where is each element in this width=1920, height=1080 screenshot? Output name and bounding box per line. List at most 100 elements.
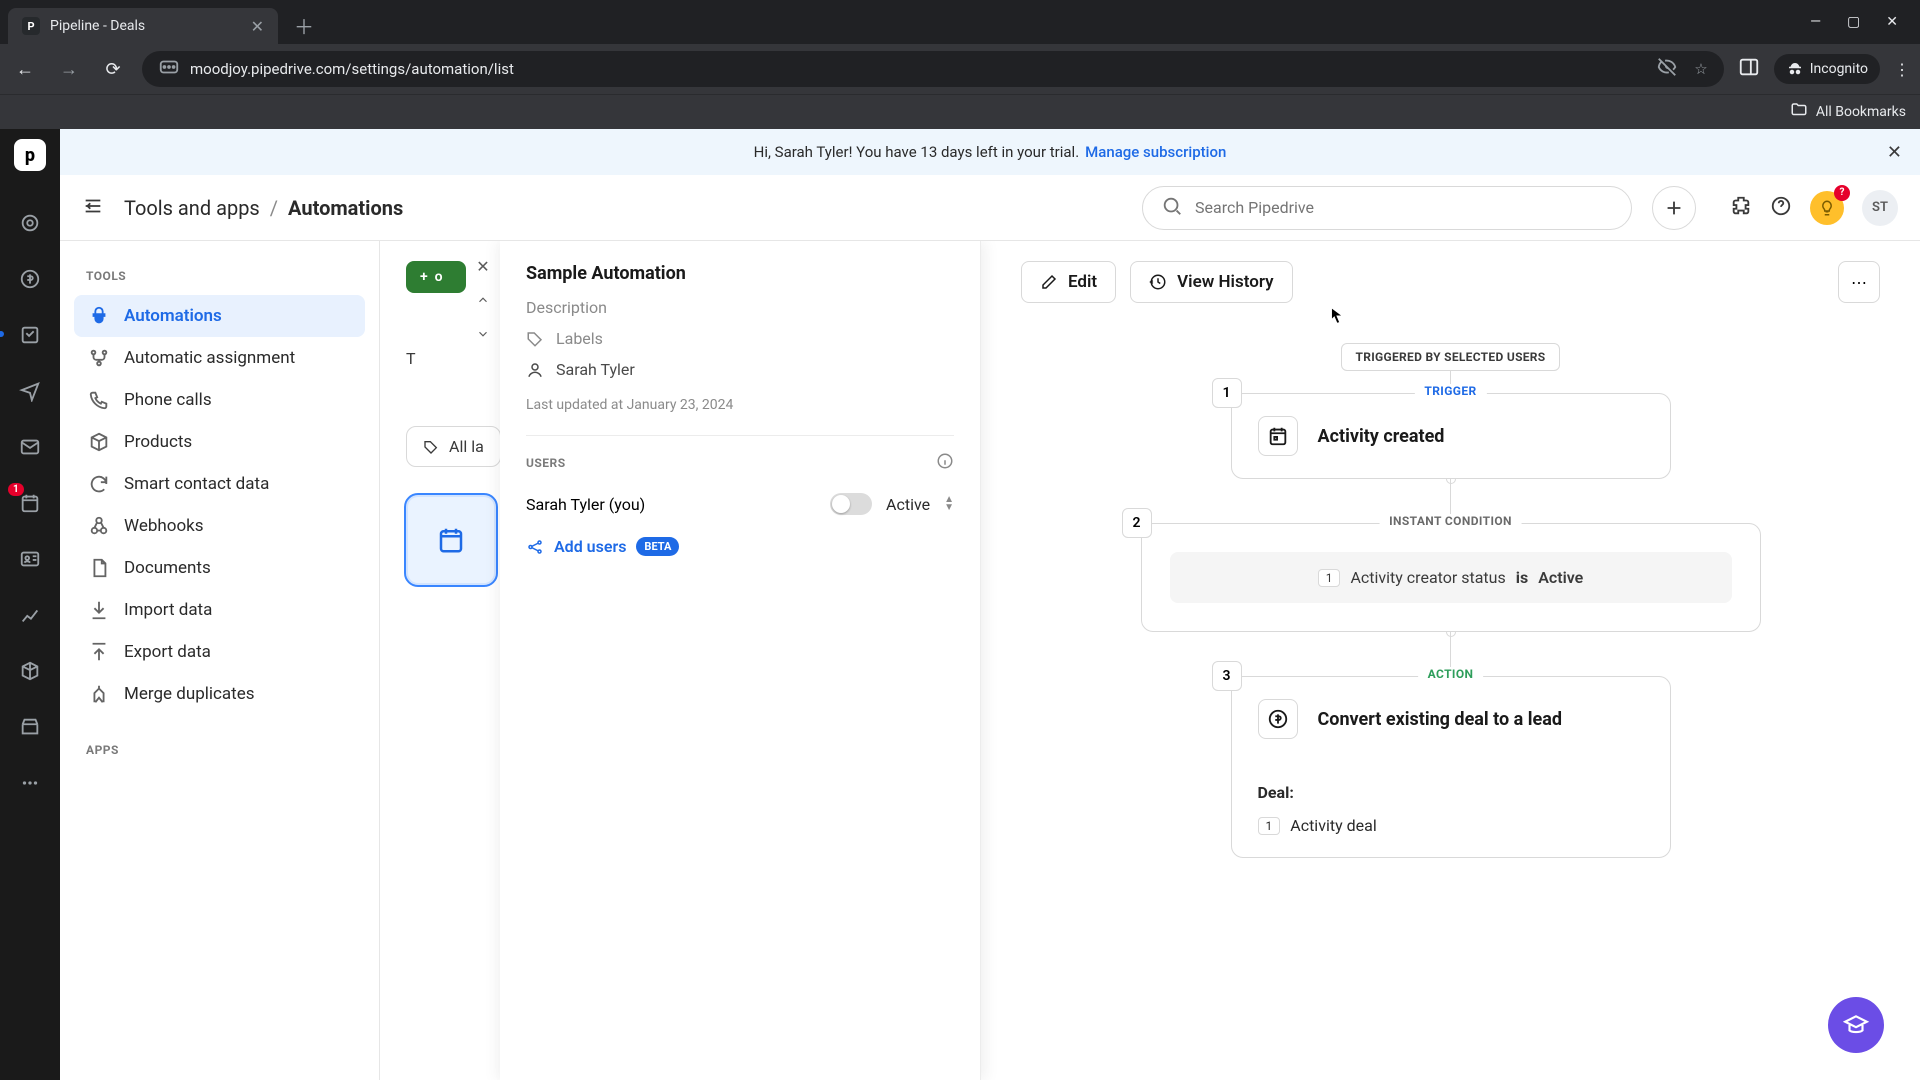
sidebar-section-apps: APPS — [74, 743, 365, 769]
panel-close-button[interactable]: ✕ — [468, 251, 498, 281]
rail-activities-icon[interactable] — [12, 485, 48, 521]
window-close-icon[interactable]: ✕ — [1886, 14, 1898, 30]
visibility-off-icon[interactable] — [1656, 56, 1678, 82]
trigger-label: TRIGGER — [1414, 384, 1486, 398]
download-icon — [88, 599, 110, 621]
last-updated: Last updated at January 23, 2024 — [526, 397, 954, 413]
sidebar-item-import-data[interactable]: Import data — [74, 589, 365, 631]
sidebar-item-merge-duplicates[interactable]: Merge duplicates — [74, 673, 365, 715]
rail-marketplace-icon[interactable] — [12, 709, 48, 745]
new-tab-button[interactable]: ＋ — [286, 7, 322, 44]
rail-projects-icon[interactable] — [12, 317, 48, 353]
incognito-indicator[interactable]: Incognito — [1774, 54, 1880, 84]
browser-reload-button[interactable]: ⟳ — [98, 54, 128, 84]
rail-insights-icon[interactable] — [12, 597, 48, 633]
url-input[interactable] — [190, 60, 1646, 78]
sidebar-item-automations[interactable]: Automations — [74, 295, 365, 337]
cursor-icon — [1326, 305, 1348, 327]
tab-close-icon[interactable]: ✕ — [251, 17, 264, 36]
sidebar-item-products[interactable]: Products — [74, 421, 365, 463]
browser-forward-button[interactable]: → — [54, 54, 84, 84]
window-minimize-icon[interactable]: — — [1810, 14, 1821, 30]
labels-filter-chip[interactable]: All la — [406, 426, 501, 467]
search-input[interactable] — [1195, 198, 1613, 217]
tag-icon — [526, 330, 544, 348]
condition-value: Active — [1538, 568, 1583, 587]
condition-node[interactable]: 2 INSTANT CONDITION 1 Activity creator s… — [1141, 523, 1761, 632]
automation-card-selected[interactable] — [406, 495, 496, 585]
rail-products-icon[interactable] — [12, 653, 48, 689]
browser-back-button[interactable]: ← — [10, 54, 40, 84]
banner-close-icon[interactable]: ✕ — [1887, 142, 1902, 163]
action-param-key: Deal: — [1258, 783, 1294, 802]
user-avatar[interactable]: ST — [1862, 190, 1898, 226]
trigger-node[interactable]: 1 TRIGGER Activity created — [1231, 393, 1671, 479]
rail-contacts-icon[interactable] — [12, 541, 48, 577]
view-history-label: View History — [1177, 272, 1273, 292]
labels-row[interactable]: Labels — [526, 329, 954, 348]
step-number: 1 — [1212, 378, 1242, 408]
collapse-sidebar-icon[interactable] — [82, 195, 104, 221]
edit-button[interactable]: Edit — [1021, 261, 1116, 303]
webhook-icon — [88, 515, 110, 537]
sidebar-item-webhooks[interactable]: Webhooks — [74, 505, 365, 547]
breadcrumb-root[interactable]: Tools and apps — [124, 196, 260, 220]
browser-tab[interactable]: P Pipeline - Deals ✕ — [8, 8, 278, 44]
rail-mail-icon[interactable] — [12, 429, 48, 465]
sidebar-item-label: Phone calls — [124, 390, 212, 410]
new-automation-button[interactable]: + o — [406, 261, 466, 293]
canvas-more-button[interactable]: ⋯ — [1838, 261, 1880, 303]
user-active-toggle[interactable] — [830, 493, 872, 515]
tab-favicon: P — [22, 17, 40, 35]
sales-assistant-button[interactable]: ? — [1810, 191, 1844, 225]
manage-subscription-link[interactable]: Manage subscription — [1085, 143, 1226, 161]
window-maximize-icon[interactable]: ▢ — [1847, 14, 1860, 30]
bookmark-star-icon[interactable]: ☆ — [1694, 60, 1707, 78]
sidebar-item-label: Products — [124, 432, 192, 452]
sidebar-item-label: Automations — [124, 306, 222, 326]
rail-campaigns-icon[interactable] — [12, 373, 48, 409]
sidebar-item-label: Automatic assignment — [124, 348, 295, 368]
condition-ref-badge: 1 — [1318, 569, 1341, 587]
panel-prev-button[interactable] — [468, 285, 498, 315]
rail-focus-icon[interactable] — [12, 205, 48, 241]
deal-icon — [1258, 699, 1298, 739]
side-panel-icon[interactable] — [1738, 56, 1760, 82]
action-node[interactable]: 3 ACTION Convert existing deal to a lead… — [1231, 676, 1671, 858]
panel-next-button[interactable] — [468, 319, 498, 349]
edit-label: Edit — [1068, 272, 1097, 292]
add-users-button[interactable]: Add users BETA — [526, 537, 679, 556]
sidebar-item-export-data[interactable]: Export data — [74, 631, 365, 673]
sidebar-item-documents[interactable]: Documents — [74, 547, 365, 589]
breadcrumb: Tools and apps / Automations — [124, 196, 403, 220]
view-history-button[interactable]: View History — [1130, 261, 1292, 303]
app-logo[interactable]: p — [14, 139, 46, 171]
browser-menu-icon[interactable]: ⋮ — [1894, 60, 1910, 79]
main-area: + o T All la ✕ — [380, 241, 1920, 1080]
users-info-icon[interactable] — [936, 452, 954, 473]
automation-title: Sample Automation — [526, 263, 954, 284]
extensions-icon[interactable] — [1730, 195, 1752, 221]
sidebar-item-smart-contact-data[interactable]: Smart contact data — [74, 463, 365, 505]
quick-add-button[interactable] — [1652, 186, 1696, 230]
sidebar-item-automatic-assignment[interactable]: Automatic assignment — [74, 337, 365, 379]
learn-fab[interactable] — [1828, 997, 1884, 1053]
add-users-label: Add users — [554, 537, 626, 556]
address-bar[interactable]: ☆ — [142, 51, 1724, 87]
user-stepper[interactable]: ▲▼ — [944, 496, 954, 512]
search-icon — [1161, 195, 1183, 221]
all-bookmarks-link[interactable]: All Bookmarks — [1816, 104, 1906, 120]
browser-tab-strip: P Pipeline - Deals ✕ ＋ — ▢ ✕ — [0, 0, 1920, 44]
rail-deals-icon[interactable] — [12, 261, 48, 297]
sidebar-item-label: Export data — [124, 642, 211, 662]
triggered-by-pill: TRIGGERED BY SELECTED USERS — [1341, 343, 1561, 371]
user-icon — [526, 361, 544, 379]
description-row[interactable]: Description — [526, 298, 954, 317]
site-info-icon[interactable] — [158, 56, 180, 82]
global-search[interactable] — [1142, 186, 1632, 230]
help-icon[interactable] — [1770, 195, 1792, 221]
rail-more-icon[interactable] — [12, 765, 48, 801]
user-active-label: Active — [886, 495, 930, 514]
sidebar-item-phone-calls[interactable]: Phone calls — [74, 379, 365, 421]
calendar-event-icon — [1258, 416, 1298, 456]
